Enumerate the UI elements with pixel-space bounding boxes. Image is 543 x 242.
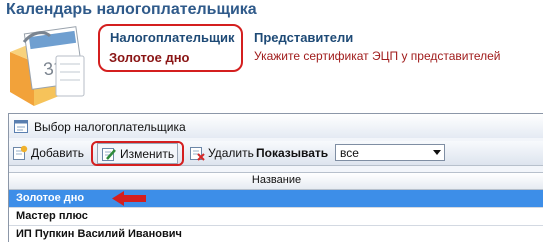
grid-header: Название [9,172,543,190]
dropdown-arrow-icon[interactable] [433,150,441,156]
table-row[interactable]: Золотое дно [9,190,543,208]
representatives-link[interactable]: Представители [254,30,353,45]
delete-icon [190,146,205,161]
row-name: Мастер плюс [16,210,88,222]
representatives-hint: Укажите сертификат ЭЦП у представителей [254,49,501,63]
dialog-titlebar: Выбор налогоплательщика [9,114,543,138]
table-row[interactable]: ИП Пупкин Василий Иванович [9,226,543,242]
add-icon [13,145,28,160]
edit-button-highlight-frame [91,141,184,166]
taxpayer-selection-dialog: Выбор налогоплательщика Добавить Изменит… [8,113,543,242]
pointer-arrow-icon [112,191,146,206]
row-name: Золотое дно [16,192,85,204]
delete-button-label: Удалить [208,145,254,160]
toolbar: Добавить Изменить Удалить Показывать все [9,141,543,166]
add-button-label: Добавить [31,145,85,160]
show-filter-value: все [340,146,359,160]
delete-button[interactable]: Удалить [189,143,254,162]
table-row[interactable]: Мастер плюс [9,208,543,226]
dialog-window-icon [14,120,28,133]
calendar-icon: 31 [10,26,85,106]
add-button[interactable]: Добавить [12,143,84,162]
column-header-name[interactable]: Название [9,174,543,186]
page-title: Календарь налогоплательщика [6,1,257,18]
dialog-title: Выбор налогоплательщика [34,120,186,134]
row-name: ИП Пупкин Василий Иванович [16,228,182,240]
show-filter-select[interactable]: все [335,144,445,161]
taxpayer-highlight-frame [98,24,243,72]
show-filter-label: Показывать [256,146,329,160]
